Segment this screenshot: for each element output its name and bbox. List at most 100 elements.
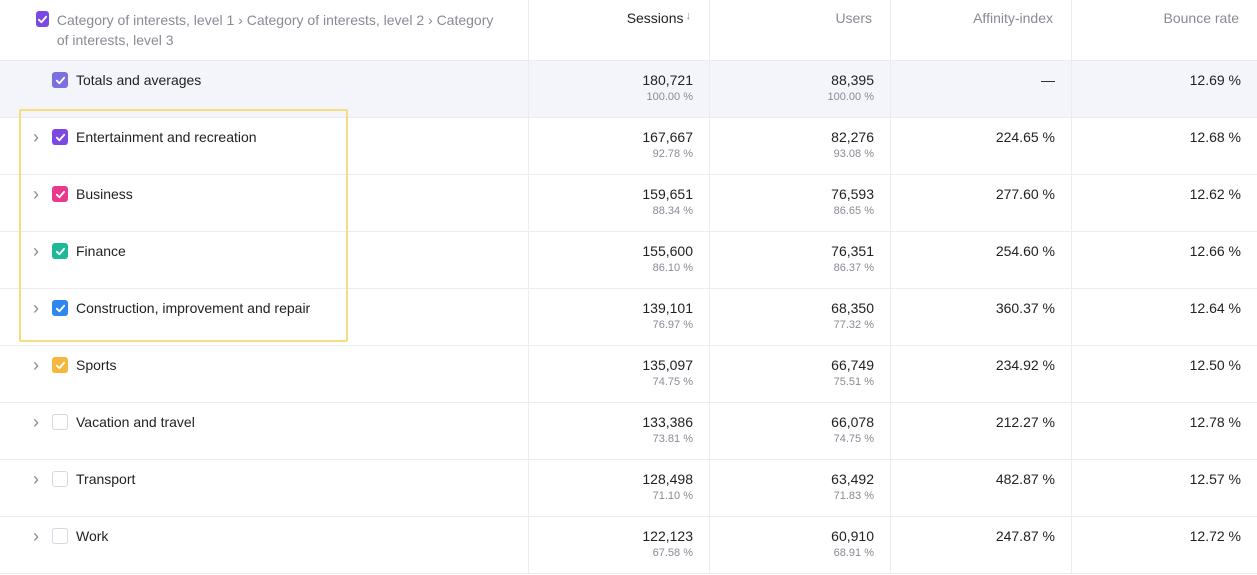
sessions-percent: 100.00 % (646, 91, 693, 103)
users-value: 76,593 (831, 186, 874, 202)
table-row[interactable]: › Entertainment and recreation 167,667 92… (0, 118, 1257, 175)
row-checkbox[interactable] (52, 414, 68, 430)
users-value: 68,350 (831, 300, 874, 316)
users-value: 82,276 (831, 129, 874, 145)
totals-label: Totals and averages (76, 72, 202, 88)
expand-chevron-icon[interactable]: › (28, 128, 44, 146)
bounce-rate-value: 12.57 % (1189, 471, 1241, 487)
bounce-rate-value: 12.68 % (1189, 129, 1241, 145)
row-label: Transport (76, 471, 136, 487)
row-checkbox[interactable] (52, 471, 68, 487)
sessions-value: 128,498 (642, 471, 693, 487)
users-percent: 75.51 % (833, 376, 874, 388)
data-rows: › Entertainment and recreation 167,667 92… (0, 118, 1257, 574)
users-value: 88,395 (831, 72, 874, 88)
affinity-value: 234.92 % (995, 357, 1055, 373)
row-checkbox[interactable] (52, 300, 68, 316)
sessions-value: 159,651 (642, 186, 693, 202)
table-row[interactable]: › Transport 128,498 71.10 % 63,492 71.83 %… (0, 460, 1257, 517)
table-row[interactable]: › Finance 155,600 86.10 % 76,351 86.37 % 2… (0, 232, 1257, 289)
table-header: Category of interests, level 1 › Categor… (0, 0, 1257, 61)
sessions-percent: 92.78 % (652, 148, 693, 160)
expand-chevron-icon[interactable]: › (28, 185, 44, 203)
report-table: Category of interests, level 1 › Categor… (0, 0, 1257, 574)
column-header-users[interactable]: Users (710, 0, 891, 60)
affinity-value: 360.37 % (995, 300, 1055, 316)
dimension-header[interactable]: Category of interests, level 1 › Categor… (0, 0, 529, 60)
totals-row: Totals and averages 180,721 100.00 % 88,3… (0, 61, 1257, 118)
sessions-percent: 73.81 % (652, 433, 693, 445)
users-value: 60,910 (831, 528, 874, 544)
users-percent: 77.32 % (833, 319, 874, 331)
checkmark-icon (55, 76, 65, 84)
select-all-checkbox[interactable] (36, 11, 49, 27)
bounce-rate-value: 12.69 % (1189, 72, 1241, 88)
sessions-value: 133,386 (642, 414, 693, 430)
sessions-percent: 86.10 % (652, 262, 693, 274)
table-row[interactable]: › Business 159,651 88.34 % 76,593 86.65 % … (0, 175, 1257, 232)
checkmark-icon (55, 190, 65, 198)
row-checkbox[interactable] (52, 243, 68, 259)
sessions-percent: 71.10 % (652, 490, 693, 502)
affinity-value: 212.27 % (995, 414, 1055, 430)
sessions-value: 135,097 (642, 357, 693, 373)
checkmark-icon (55, 133, 65, 141)
users-value: 76,351 (831, 243, 874, 259)
expand-chevron-icon[interactable]: › (28, 299, 44, 317)
bounce-rate-value: 12.72 % (1189, 528, 1241, 544)
bounce-rate-value: 12.66 % (1189, 243, 1241, 259)
sessions-value: 180,721 (642, 72, 693, 88)
table-row[interactable]: › Vacation and travel 133,386 73.81 % 66,… (0, 403, 1257, 460)
row-checkbox[interactable] (52, 357, 68, 373)
row-checkbox[interactable] (52, 186, 68, 202)
row-label: Business (76, 186, 133, 202)
table-row[interactable]: › Sports 135,097 74.75 % 66,749 75.51 % 23… (0, 346, 1257, 403)
checkmark-icon (37, 15, 48, 23)
expand-chevron-icon[interactable]: › (28, 356, 44, 374)
expand-chevron-icon[interactable]: › (28, 527, 44, 545)
users-value: 66,078 (831, 414, 874, 430)
affinity-value: 247.87 % (995, 528, 1055, 544)
checkmark-icon (55, 304, 65, 312)
column-header-affinity[interactable]: Affinity-index (891, 0, 1072, 60)
row-checkbox[interactable] (52, 528, 68, 544)
users-percent: 71.83 % (833, 490, 874, 502)
checkmark-icon (55, 361, 65, 369)
checkmark-icon (55, 247, 65, 255)
users-percent: 68.91 % (833, 547, 874, 559)
bounce-rate-value: 12.50 % (1189, 357, 1241, 373)
sessions-percent: 67.58 % (652, 547, 693, 559)
users-percent: 100.00 % (827, 91, 874, 103)
sessions-value: 139,101 (642, 300, 693, 316)
dimension-title: Category of interests, level 1 › Categor… (56, 12, 494, 48)
row-label: Entertainment and recreation (76, 129, 257, 145)
affinity-value: 224.65 % (995, 129, 1055, 145)
sessions-percent: 74.75 % (652, 376, 693, 388)
row-label: Work (76, 528, 109, 544)
bounce-rate-value: 12.62 % (1189, 186, 1241, 202)
row-label: Finance (76, 243, 126, 259)
sessions-percent: 88.34 % (652, 205, 693, 217)
row-label: Vacation and travel (76, 414, 195, 430)
users-percent: 86.37 % (833, 262, 874, 274)
affinity-value: 277.60 % (995, 186, 1055, 202)
expand-chevron-icon[interactable]: › (28, 413, 44, 431)
row-label: Sports (76, 357, 117, 373)
sessions-value: 155,600 (642, 243, 693, 259)
expand-chevron-icon[interactable]: › (28, 470, 44, 488)
column-header-bounce-rate[interactable]: Bounce rate (1072, 0, 1257, 60)
users-percent: 93.08 % (833, 148, 874, 160)
sessions-percent: 76.97 % (652, 319, 693, 331)
users-value: 66,749 (831, 357, 874, 373)
totals-checkbox[interactable] (52, 72, 68, 88)
column-header-sessions[interactable]: Sessions ↓ (529, 0, 710, 60)
expand-chevron-icon[interactable]: › (28, 242, 44, 260)
table-row[interactable]: › Work 122,123 67.58 % 60,910 68.91 % 247.… (0, 517, 1257, 574)
affinity-value: — (1041, 72, 1055, 88)
table-row[interactable]: › Construction, improvement and repair 1… (0, 289, 1257, 346)
bounce-rate-value: 12.64 % (1189, 300, 1241, 316)
users-percent: 74.75 % (833, 433, 874, 445)
row-checkbox[interactable] (52, 129, 68, 145)
users-value: 63,492 (831, 471, 874, 487)
sort-desc-icon: ↓ (685, 10, 692, 22)
